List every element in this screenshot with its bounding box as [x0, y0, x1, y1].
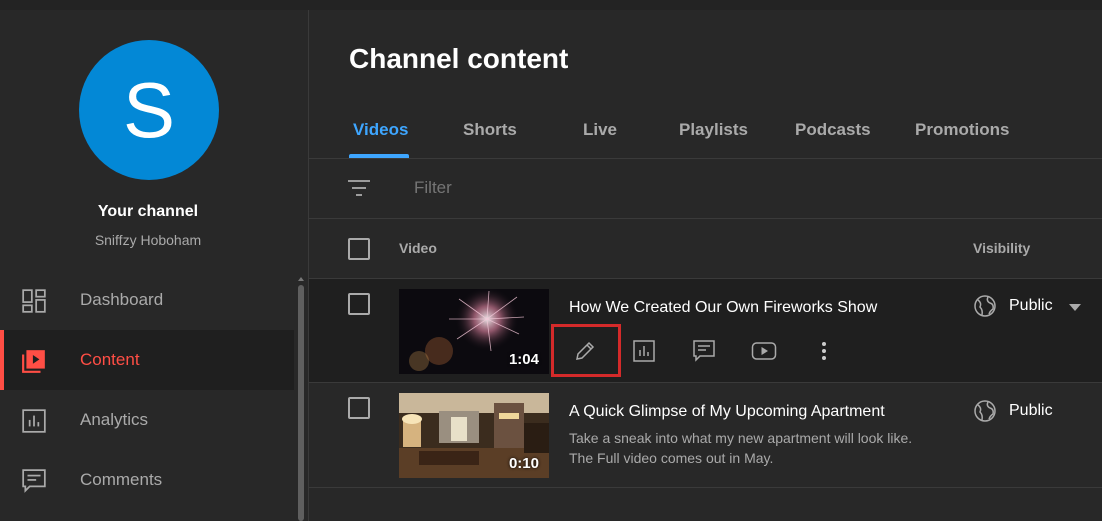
sidebar-item-label: Analytics [80, 410, 149, 429]
video-thumbnail[interactable]: 0:10 [399, 393, 549, 478]
video-title[interactable]: A Quick Glimpse of My Upcoming Apartment [569, 403, 885, 421]
youtube-icon [751, 342, 777, 360]
divider [309, 487, 1102, 488]
video-description: Take a sneak into what my new apartment … [569, 430, 913, 466]
view-on-youtube-button[interactable] [750, 337, 778, 365]
visibility-label: Public [1009, 297, 1053, 314]
video-duration: 1:04 [508, 351, 539, 368]
comments-icon [693, 340, 715, 362]
tab-live[interactable]: Live [583, 120, 617, 140]
dashboard-icon [22, 289, 46, 313]
visibility-cell[interactable]: Public [973, 399, 1053, 423]
visibility-dropdown-arrow-icon[interactable] [1069, 304, 1081, 311]
active-indicator [0, 330, 4, 390]
tab-promotions[interactable]: Promotions [915, 120, 1009, 140]
scroll-thumb[interactable] [298, 285, 304, 521]
content-icon [22, 350, 45, 373]
video-title[interactable]: How We Created Our Own Fireworks Show [569, 299, 877, 317]
sidebar: S Your channel Sniffzy Hoboham Dashboard… [0, 10, 308, 521]
column-header-video: Video [399, 240, 437, 256]
video-thumbnail[interactable]: 1:04 [399, 289, 549, 374]
row-checkbox[interactable] [348, 293, 370, 315]
visibility-cell[interactable]: Public [973, 294, 1053, 318]
tab-shorts[interactable]: Shorts [463, 120, 517, 140]
divider [309, 218, 1102, 219]
analytics-icon [633, 340, 655, 362]
divider [309, 158, 1102, 159]
analytics-button[interactable] [630, 337, 658, 365]
tab-videos[interactable]: Videos [353, 120, 408, 140]
top-strip [0, 0, 1102, 10]
filter-icon[interactable] [347, 178, 371, 198]
pencil-icon [576, 341, 595, 360]
filter-input[interactable] [414, 178, 814, 198]
tab-playlists[interactable]: Playlists [679, 120, 748, 140]
scroll-up-arrow-icon[interactable] [298, 277, 304, 281]
sidebar-scrollbar[interactable] [296, 277, 306, 521]
sidebar-item-comments[interactable]: Comments [0, 450, 294, 510]
more-vert-icon [822, 342, 826, 360]
globe-icon [974, 400, 996, 422]
channel-avatar[interactable]: S [79, 40, 219, 180]
tab-podcasts[interactable]: Podcasts [795, 120, 871, 140]
column-header-visibility: Visibility [973, 240, 1031, 256]
sidebar-item-label: Dashboard [80, 290, 164, 309]
options-button[interactable] [810, 337, 838, 365]
comments-icon [22, 469, 46, 493]
sidebar-item-content[interactable]: Content [0, 330, 294, 390]
visibility-label: Public [1009, 402, 1053, 419]
page-title: Channel content [349, 43, 569, 74]
edit-details-button[interactable] [571, 337, 599, 365]
sidebar-item-dashboard[interactable]: Dashboard [0, 270, 294, 330]
globe-icon [974, 295, 996, 317]
channel-name: Sniffzy Hoboham [94, 232, 202, 248]
select-all-checkbox[interactable] [348, 238, 370, 260]
table-row[interactable]: 1:04 How We Created Our Own Fireworks Sh… [309, 279, 1102, 382]
video-duration: 0:10 [508, 455, 539, 472]
table-row[interactable]: 0:10 A Quick Glimpse of My Upcoming Apar… [309, 383, 1102, 487]
tab-bar: Videos Shorts Live Playlists Podcasts Pr… [309, 110, 1102, 158]
comments-button[interactable] [690, 337, 718, 365]
row-checkbox[interactable] [348, 397, 370, 419]
sidebar-item-label: Content [80, 350, 140, 369]
sidebar-item-label: Comments [80, 470, 163, 489]
analytics-icon [22, 409, 46, 433]
sidebar-item-analytics[interactable]: Analytics [0, 390, 294, 450]
your-channel-label: Your channel [97, 203, 199, 220]
main-content: Channel content Videos Shorts Live Playl… [309, 10, 1102, 521]
